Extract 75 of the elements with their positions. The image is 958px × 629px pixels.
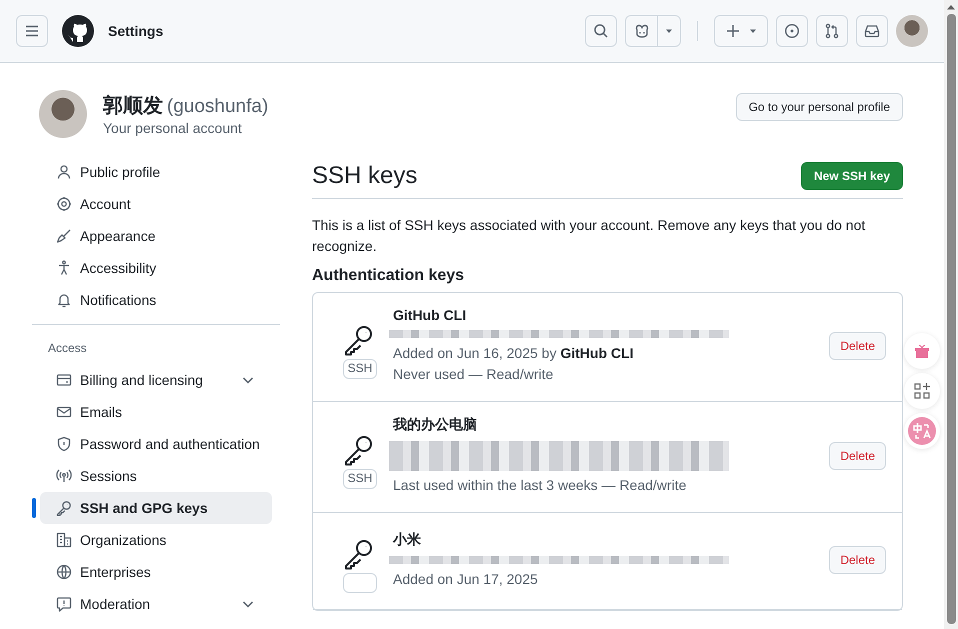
pull-requests-button[interactable] xyxy=(816,15,848,47)
key-detail: Added on Jun 16, 2025 by GitHub CLI xyxy=(392,344,634,363)
bell-icon xyxy=(56,292,72,308)
pull-request-icon xyxy=(824,23,840,39)
robot-icon xyxy=(634,23,650,39)
issues-button[interactable] xyxy=(776,15,808,47)
circle-dot-icon xyxy=(784,23,800,39)
key-icon xyxy=(56,500,72,516)
search-icon xyxy=(593,23,609,39)
translate-icon xyxy=(908,417,936,445)
gear-icon xyxy=(56,196,72,212)
sidebar-item[interactable]: Accessibility xyxy=(40,252,272,284)
key-title: 小米 xyxy=(392,530,422,548)
sidebar-item[interactable]: Appearance xyxy=(40,220,272,252)
sidebar-item[interactable]: Password and authentication xyxy=(40,428,272,460)
gift-icon xyxy=(913,342,931,360)
delete-button[interactable]: Delete xyxy=(829,332,886,360)
scroll-up-arrow-icon xyxy=(946,3,956,11)
octocat-logo-icon[interactable] xyxy=(62,15,94,47)
caret-icon xyxy=(665,27,673,35)
sidebar-item[interactable]: Billing and licensing xyxy=(40,364,272,396)
org-icon xyxy=(56,532,72,548)
scrollbar[interactable] xyxy=(944,0,958,629)
scrollbar-thumb[interactable] xyxy=(946,14,956,624)
key-detail: Last used within the last 3 weeks — Read/write xyxy=(392,476,688,495)
sidebar-item[interactable]: Notifications xyxy=(40,284,272,316)
account-type: Your personal account xyxy=(103,120,243,136)
broadcast-icon xyxy=(56,468,72,484)
key-detail: Added on Jun 17, 2025 xyxy=(392,570,539,588)
page-heading: SSH keys xyxy=(312,162,418,190)
page-title: Settings xyxy=(108,23,164,39)
card-icon xyxy=(56,372,72,388)
globe-icon xyxy=(56,564,72,580)
avatar xyxy=(39,90,87,138)
section-heading: Authentication keys xyxy=(312,267,466,285)
key-title: GitHub CLI xyxy=(392,307,468,323)
sidebar-item[interactable]: Public profile xyxy=(40,156,272,188)
key-type-label: SSH xyxy=(342,469,378,489)
grid-sparkle-icon xyxy=(913,382,931,400)
report-icon xyxy=(56,596,72,612)
shield-icon xyxy=(56,436,72,452)
search-button[interactable] xyxy=(585,15,617,47)
menu-icon xyxy=(24,23,40,39)
sidebar-item[interactable]: Organizations xyxy=(40,524,272,556)
inbox-icon xyxy=(864,23,880,39)
sidebar-item[interactable]: Moderation xyxy=(40,588,272,620)
apps-button[interactable] xyxy=(904,373,940,409)
plus-icon xyxy=(725,23,741,39)
accessibility-icon xyxy=(56,260,72,276)
inbox-button[interactable] xyxy=(856,15,888,47)
username: (guoshunfa) xyxy=(166,96,268,117)
sidebar-item[interactable]: Account xyxy=(40,188,272,220)
delete-button[interactable]: Delete xyxy=(829,546,886,574)
sidebar-item[interactable]: Enterprises xyxy=(40,556,272,588)
selection-indicator xyxy=(32,498,36,518)
avatar[interactable] xyxy=(896,15,928,47)
description: This is a list of SSH keys associated with your account. Remove any keys that you do not recognize. xyxy=(312,216,866,256)
key-title: 我的办公电脑 xyxy=(392,416,478,434)
sidebar-item[interactable]: Sessions xyxy=(40,460,272,492)
copilot-button[interactable] xyxy=(625,15,657,47)
key-type-label xyxy=(343,573,377,593)
key-detail: Never used — Read/write xyxy=(392,365,554,384)
new-ssh-key-button[interactable]: New SSH key xyxy=(800,162,903,190)
section-heading: Access xyxy=(47,340,88,357)
sidebar-item[interactable]: Emails xyxy=(40,396,272,428)
mail-icon xyxy=(56,404,72,420)
gift-button[interactable] xyxy=(904,333,940,369)
caret-icon xyxy=(749,27,757,35)
key-type-label: SSH xyxy=(342,359,378,379)
personal-profile-button[interactable]: Go to your personal profile xyxy=(736,92,903,120)
brush-icon xyxy=(56,228,72,244)
display-name: 郭顺发 xyxy=(103,95,163,117)
delete-button[interactable]: Delete xyxy=(829,442,886,470)
person-icon xyxy=(56,164,72,180)
menu-button[interactable] xyxy=(16,15,48,47)
